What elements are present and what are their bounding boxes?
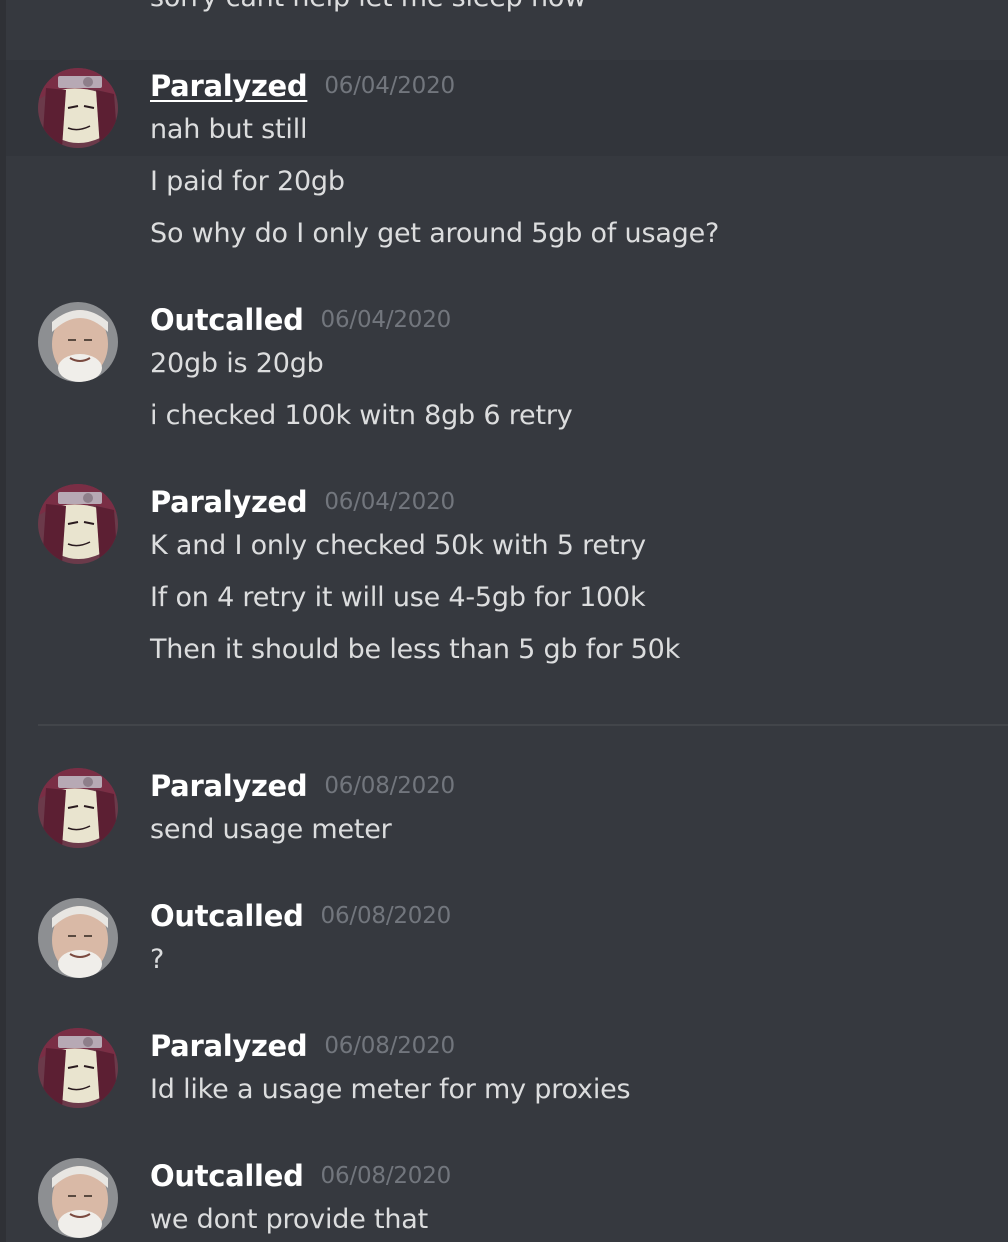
message-header: Paralyzed 06/04/2020 bbox=[150, 476, 455, 528]
message-text: I paid for 20gb bbox=[150, 166, 345, 197]
message-header: Outcalled 06/08/2020 bbox=[150, 1150, 451, 1202]
timestamp[interactable]: 06/04/2020 bbox=[324, 73, 455, 99]
old-man-avatar[interactable] bbox=[38, 302, 118, 382]
timestamp[interactable]: 06/08/2020 bbox=[321, 1163, 452, 1189]
username[interactable]: Outcalled bbox=[150, 1159, 304, 1193]
message-text: send usage meter bbox=[150, 814, 392, 845]
timestamp[interactable]: 06/04/2020 bbox=[324, 489, 455, 515]
anime-avatar[interactable] bbox=[38, 1028, 118, 1108]
message-text: ? bbox=[150, 944, 165, 975]
message-text: we dont provide that bbox=[150, 1204, 429, 1235]
message-text: nah but still bbox=[150, 114, 308, 145]
timestamp[interactable]: 06/08/2020 bbox=[321, 903, 452, 929]
username[interactable]: Outcalled bbox=[150, 303, 304, 337]
username[interactable]: Paralyzed bbox=[150, 1029, 308, 1063]
message-text: Then it should be less than 5 gb for 50k bbox=[150, 634, 681, 665]
message-header: Outcalled 06/08/2020 bbox=[150, 890, 451, 942]
message-header: Paralyzed 06/08/2020 bbox=[150, 1020, 455, 1072]
message-text: If on 4 retry it will use 4-5gb for 100k bbox=[150, 582, 646, 613]
timestamp[interactable]: 06/08/2020 bbox=[324, 1033, 455, 1059]
anime-avatar[interactable] bbox=[38, 768, 118, 848]
message-text: Id like a usage meter for my proxies bbox=[150, 1074, 631, 1105]
username[interactable]: Paralyzed bbox=[150, 69, 308, 103]
message-header: Outcalled 06/04/2020 bbox=[150, 294, 451, 346]
old-man-avatar[interactable] bbox=[38, 898, 118, 978]
partial-message-text: sorry cant help let me sleep now bbox=[150, 0, 586, 13]
timestamp[interactable]: 06/08/2020 bbox=[324, 773, 455, 799]
timestamp[interactable]: 06/04/2020 bbox=[321, 307, 452, 333]
username[interactable]: Outcalled bbox=[150, 899, 304, 933]
username[interactable]: Paralyzed bbox=[150, 485, 308, 519]
message-text: i checked 100k witn 8gb 6 retry bbox=[150, 400, 573, 431]
username[interactable]: Paralyzed bbox=[150, 769, 308, 803]
anime-avatar[interactable] bbox=[38, 68, 118, 148]
message-text: K and I only checked 50k with 5 retry bbox=[150, 530, 646, 561]
message-header: Paralyzed 06/08/2020 bbox=[150, 760, 455, 812]
message-header: Paralyzed 06/04/2020 bbox=[150, 60, 455, 112]
old-man-avatar[interactable] bbox=[38, 1158, 118, 1238]
date-divider bbox=[38, 724, 1008, 726]
sidebar-edge bbox=[0, 0, 6, 1242]
message-text: So why do I only get around 5gb of usage… bbox=[150, 218, 720, 249]
anime-avatar[interactable] bbox=[38, 484, 118, 564]
message-text: 20gb is 20gb bbox=[150, 348, 324, 379]
